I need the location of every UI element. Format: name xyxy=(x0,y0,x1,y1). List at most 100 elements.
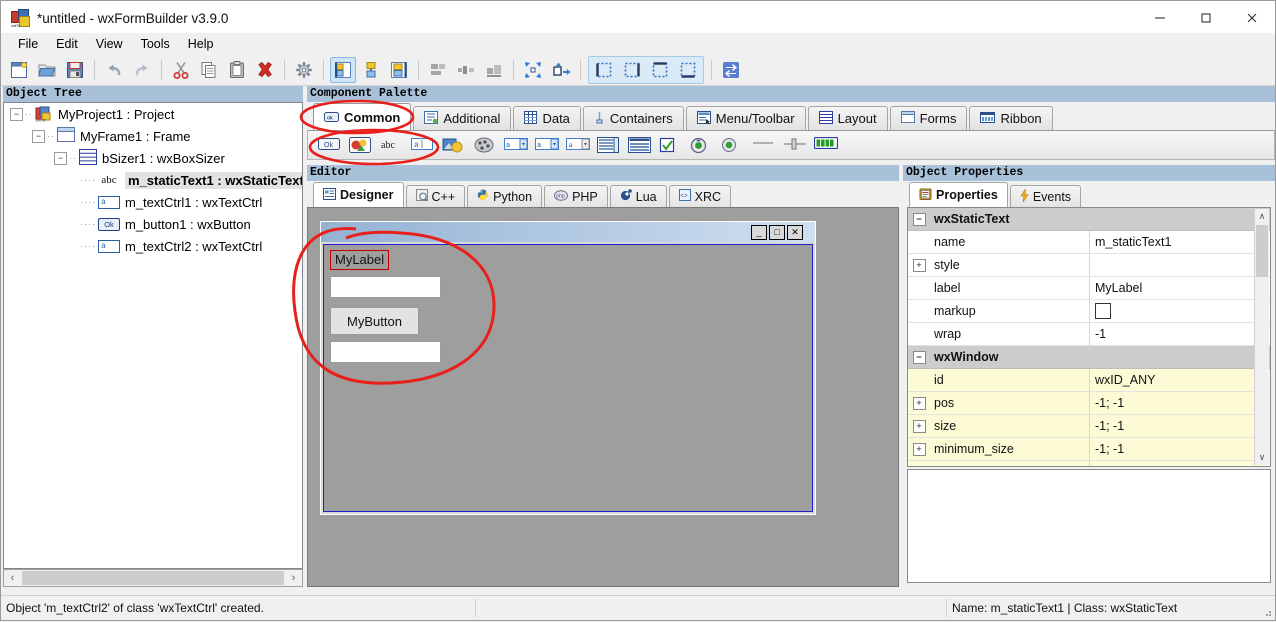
wxstaticline-icon[interactable] xyxy=(752,137,774,154)
tab-lua[interactable]: Lua xyxy=(609,185,667,207)
property-row-name[interactable]: name m_staticText1 xyxy=(908,231,1270,254)
object-tree-panel[interactable]: − ·· wxFB MyProject1 : Project − ·· MyFr… xyxy=(3,102,303,569)
tab-xrc[interactable]: <> XRC xyxy=(668,185,732,207)
preview-button-mybutton[interactable]: MyButton xyxy=(330,307,419,335)
border-left-icon[interactable] xyxy=(591,57,617,83)
tree-expander[interactable]: − xyxy=(32,129,45,143)
plus-box-icon[interactable]: + xyxy=(912,396,926,410)
property-value[interactable]: -1; -1 xyxy=(1090,461,1270,466)
redo-icon[interactable] xyxy=(129,57,155,83)
designer-canvas[interactable]: _ □ ✕ MyLabel MyButton xyxy=(307,207,899,587)
new-project-icon[interactable] xyxy=(6,57,32,83)
wxgauge-icon[interactable] xyxy=(813,136,839,154)
wxbitmapbutton-icon[interactable] xyxy=(349,136,371,154)
scroll-up-arrow-icon[interactable]: ∧ xyxy=(1255,209,1269,224)
property-value[interactable]: wxID_ANY xyxy=(1090,369,1270,391)
object-tree-hscrollbar[interactable]: ‹ › xyxy=(3,569,303,587)
row-expander[interactable]: + xyxy=(908,438,930,460)
row-expander[interactable]: + xyxy=(908,415,930,437)
wxstatictext-icon[interactable]: abc xyxy=(380,137,402,154)
tab-containers[interactable]: Containers xyxy=(582,106,684,130)
border-top-icon[interactable] xyxy=(647,57,673,83)
property-value[interactable]: -1; -1 xyxy=(1090,392,1270,414)
save-project-icon[interactable] xyxy=(62,57,88,83)
cut-icon[interactable] xyxy=(168,57,194,83)
minus-box-icon[interactable]: − xyxy=(912,212,926,226)
resize-grip-icon[interactable] xyxy=(1262,607,1272,617)
form-preview-body[interactable]: MyLabel MyButton xyxy=(323,244,813,512)
stretch-icon[interactable] xyxy=(548,57,574,83)
plus-box-icon[interactable]: + xyxy=(912,419,926,433)
wxlistbox-icon[interactable] xyxy=(597,136,619,154)
close-button[interactable] xyxy=(1229,1,1275,35)
property-value[interactable]: -1; -1 xyxy=(1090,438,1270,460)
generate-code-icon[interactable] xyxy=(291,57,317,83)
property-value[interactable]: m_staticText1 xyxy=(1090,231,1270,253)
tab-designer[interactable]: Designer xyxy=(313,182,404,207)
hscrollbar-thumb[interactable] xyxy=(22,571,284,585)
minimize-button[interactable] xyxy=(1137,1,1183,35)
property-grid[interactable]: − wxStaticText name m_staticText1 + styl… xyxy=(907,207,1271,467)
tab-properties[interactable]: Properties xyxy=(909,182,1008,207)
plus-box-icon[interactable]: + xyxy=(912,465,926,466)
property-row-pos[interactable]: + pos -1; -1 xyxy=(908,392,1270,415)
row-expander[interactable]: + xyxy=(908,461,930,466)
expand-icon[interactable] xyxy=(520,57,546,83)
property-value[interactable] xyxy=(1090,254,1270,276)
scroll-left-arrow-icon[interactable]: ‹ xyxy=(4,570,21,586)
align-top-icon[interactable] xyxy=(425,57,451,83)
tab-python[interactable]: Python xyxy=(467,185,543,207)
tree-node-boxsizer[interactable]: − ·· bSizer1 : wxBoxSizer xyxy=(4,147,302,169)
menu-edit[interactable]: Edit xyxy=(47,34,87,54)
wxbitmapcombobox-icon[interactable]: a xyxy=(566,137,590,154)
scroll-right-arrow-icon[interactable]: › xyxy=(285,570,302,586)
preview-close-button[interactable]: ✕ xyxy=(787,225,803,240)
tree-node-statictext1[interactable]: ···· abc m_staticText1 : wxStaticText xyxy=(4,169,302,191)
wxradiobutton-icon[interactable] xyxy=(690,137,712,154)
preview-statictext-mylabel[interactable]: MyLabel xyxy=(330,250,390,270)
plus-box-icon[interactable]: + xyxy=(912,442,926,456)
scroll-down-arrow-icon[interactable]: ∨ xyxy=(1255,450,1269,465)
property-value[interactable]: -1 xyxy=(1090,323,1270,345)
category-collapse-toggle[interactable]: − xyxy=(908,346,930,368)
preview-maximize-button[interactable]: □ xyxy=(769,225,785,240)
markup-checkbox[interactable] xyxy=(1095,303,1111,319)
property-row-wrap[interactable]: wrap -1 xyxy=(908,323,1270,346)
tree-node-textctrl1[interactable]: ···· a m_textCtrl1 : wxTextCtrl xyxy=(4,191,302,213)
align-left-icon[interactable] xyxy=(330,57,356,83)
row-expander[interactable]: + xyxy=(908,392,930,414)
property-value[interactable] xyxy=(1090,300,1270,322)
preview-textctrl-1[interactable] xyxy=(330,276,441,298)
tab-additional[interactable]: Additional xyxy=(413,106,512,130)
swap-orientation-icon[interactable] xyxy=(718,57,744,83)
preview-minimize-button[interactable]: _ xyxy=(751,225,767,240)
menu-help[interactable]: Help xyxy=(179,34,223,54)
property-category-row[interactable]: − wxStaticText xyxy=(908,208,1270,231)
tree-expander[interactable]: − xyxy=(10,107,23,121)
undo-icon[interactable] xyxy=(101,57,127,83)
property-row-label[interactable]: label MyLabel xyxy=(908,277,1270,300)
align-bottom-icon[interactable] xyxy=(481,57,507,83)
tab-php[interactable]: php PHP xyxy=(544,185,608,207)
wxtogglebutton-icon[interactable] xyxy=(721,137,743,154)
tree-node-button1[interactable]: ···· Ok m_button1 : wxButton xyxy=(4,213,302,235)
property-row-maximum-size[interactable]: + maximum_size -1; -1 xyxy=(908,461,1270,466)
tab-cpp[interactable]: C++ xyxy=(405,185,466,207)
tab-events[interactable]: Events xyxy=(1009,185,1082,207)
open-project-icon[interactable] xyxy=(34,57,60,83)
property-category-row[interactable]: − wxWindow xyxy=(908,346,1270,369)
menu-view[interactable]: View xyxy=(87,34,132,54)
tab-menu-toolbar[interactable]: Menu/Toolbar xyxy=(685,106,806,130)
tree-node-frame[interactable]: − ·· MyFrame1 : Frame xyxy=(4,125,302,147)
tab-common[interactable]: ok Common xyxy=(313,103,412,130)
plus-box-icon[interactable]: + xyxy=(912,258,926,272)
property-row-id[interactable]: id wxID_ANY xyxy=(908,369,1270,392)
row-expander[interactable]: + xyxy=(908,254,930,276)
border-bottom-icon[interactable] xyxy=(675,57,701,83)
wxchoice-icon[interactable]: a xyxy=(535,137,559,154)
property-row-style[interactable]: + style xyxy=(908,254,1270,277)
paste-icon[interactable] xyxy=(224,57,250,83)
minus-box-icon[interactable]: − xyxy=(912,350,926,364)
align-right-icon[interactable] xyxy=(386,57,412,83)
wxcombobox-icon[interactable]: a xyxy=(504,137,528,154)
